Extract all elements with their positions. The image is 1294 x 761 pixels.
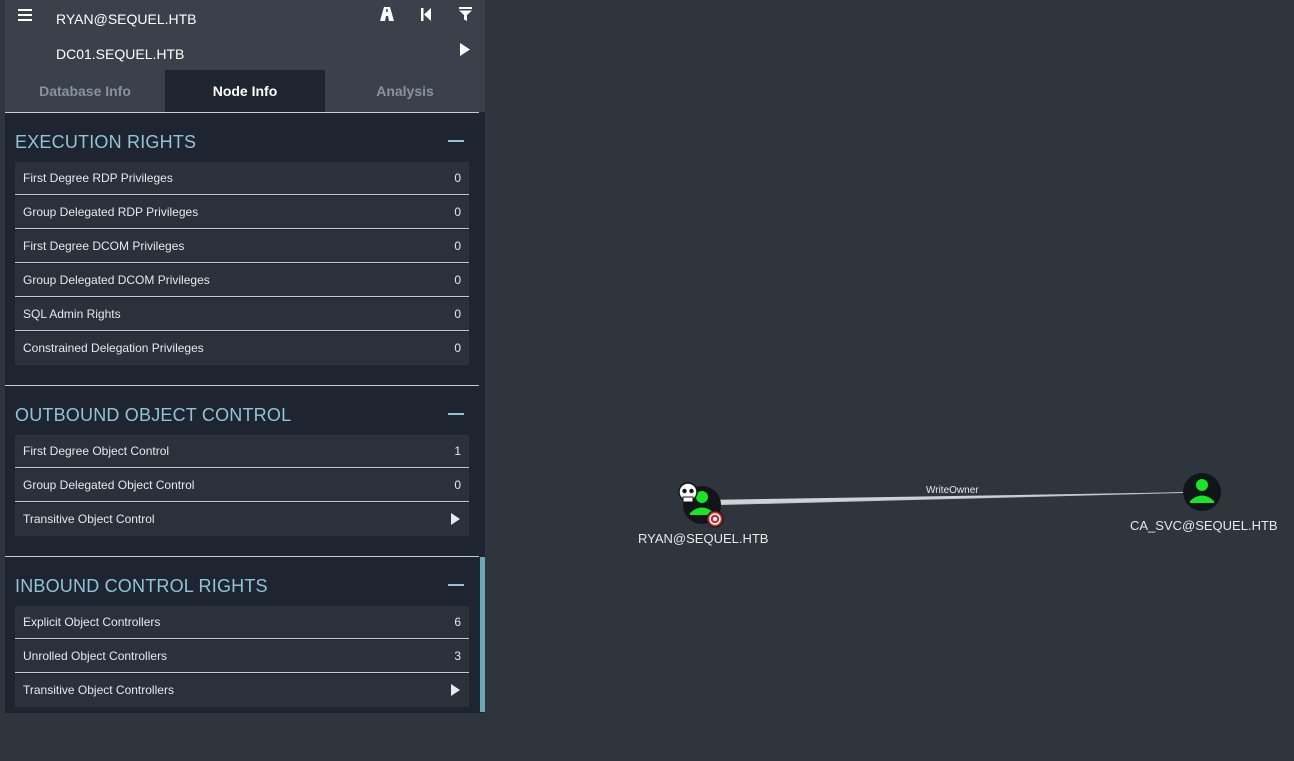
start-node-row: RYAN@SEQUEL.HTB: [5, 0, 485, 35]
user-node-ca-svc: [1183, 473, 1221, 511]
list-item[interactable]: First Degree DCOM Privileges 0: [15, 230, 469, 263]
list-item-label: SQL Admin Rights: [23, 307, 121, 321]
target-icon: [706, 510, 724, 528]
edge-label[interactable]: WriteOwner: [926, 485, 979, 496]
tab-analysis[interactable]: Analysis: [325, 70, 485, 112]
target-node-row: DC01.SEQUEL.HTB: [5, 35, 485, 70]
filter-icon[interactable]: [455, 7, 475, 27]
list-item[interactable]: Explicit Object Controllers 6: [15, 606, 469, 639]
play-icon[interactable]: [455, 42, 475, 62]
list-item-value: 0: [454, 273, 461, 287]
list-item-value: 0: [454, 341, 461, 355]
list-item-value: 0: [454, 171, 461, 185]
scrollbar[interactable]: [480, 557, 485, 712]
list-item-label: First Degree DCOM Privileges: [23, 239, 185, 253]
list-item[interactable]: SQL Admin Rights 0: [15, 298, 469, 331]
section-divider: [5, 385, 479, 386]
collapse-icon[interactable]: [448, 140, 464, 142]
play-icon[interactable]: [451, 513, 460, 525]
list-item-value: 0: [454, 239, 461, 253]
list-item[interactable]: Transitive Object Controllers: [15, 674, 469, 707]
list-item[interactable]: Group Delegated Object Control 0: [15, 469, 469, 502]
road-icon[interactable]: [377, 7, 397, 27]
list-item-label: Transitive Object Controllers: [23, 683, 174, 697]
side-panel: RYAN@SEQUEL.HTB DC01.SEQUEL.HTB Database…: [5, 0, 485, 713]
collapse-icon[interactable]: [448, 584, 464, 586]
list-item-value: 0: [454, 205, 461, 219]
list-item[interactable]: Group Delegated DCOM Privileges 0: [15, 264, 469, 297]
section-title-execution-rights[interactable]: EXECUTION RIGHTS: [15, 132, 196, 153]
list-item[interactable]: Transitive Object Control: [15, 503, 469, 536]
section-divider: [5, 112, 479, 113]
list-item[interactable]: First Degree Object Control 1: [15, 435, 469, 468]
section-title-outbound-object-control[interactable]: OUTBOUND OBJECT CONTROL: [15, 405, 291, 426]
skip-back-icon[interactable]: [416, 7, 436, 27]
list-item-value: 0: [454, 478, 461, 492]
target-node-input[interactable]: DC01.SEQUEL.HTB: [45, 37, 405, 68]
list-item[interactable]: Group Delegated RDP Privileges 0: [15, 196, 469, 229]
list-item-label: First Degree Object Control: [23, 444, 170, 458]
list-item-value: 3: [454, 649, 461, 663]
list-item-label: First Degree RDP Privileges: [23, 171, 173, 185]
section-divider: [5, 556, 479, 557]
start-node-input[interactable]: RYAN@SEQUEL.HTB: [45, 2, 405, 33]
user-node-ryan: [683, 486, 721, 524]
tab-node-info[interactable]: Node Info: [165, 70, 325, 112]
list-item-label: Group Delegated DCOM Privileges: [23, 273, 210, 287]
list-item-value: 6: [454, 615, 461, 629]
list-item-value: 1: [454, 444, 461, 458]
section-title-inbound-control-rights[interactable]: INBOUND CONTROL RIGHTS: [15, 576, 268, 597]
list-item[interactable]: Constrained Delegation Privileges 0: [15, 332, 469, 365]
collapse-icon[interactable]: [448, 413, 464, 415]
node-label-ca-svc[interactable]: CA_SVC@SEQUEL.HTB: [1130, 518, 1278, 533]
list-item-label: Group Delegated RDP Privileges: [23, 205, 199, 219]
list-item-label: Explicit Object Controllers: [23, 615, 161, 629]
list-item-label: Group Delegated Object Control: [23, 478, 195, 492]
skull-icon: [678, 482, 698, 503]
tab-bar: Database Info Node Info Analysis: [5, 70, 485, 112]
list-item-label: Constrained Delegation Privileges: [23, 341, 204, 355]
menu-icon[interactable]: [15, 7, 35, 27]
node-label-ryan[interactable]: RYAN@SEQUEL.HTB: [638, 531, 768, 546]
list-item-label: Unrolled Object Controllers: [23, 649, 168, 663]
list-item[interactable]: First Degree RDP Privileges 0: [15, 162, 469, 195]
list-item-label: Transitive Object Control: [23, 512, 155, 526]
list-item[interactable]: Unrolled Object Controllers 3: [15, 640, 469, 673]
tab-database-info[interactable]: Database Info: [5, 70, 165, 112]
list-item-value: 0: [454, 307, 461, 321]
play-icon[interactable]: [451, 684, 460, 696]
